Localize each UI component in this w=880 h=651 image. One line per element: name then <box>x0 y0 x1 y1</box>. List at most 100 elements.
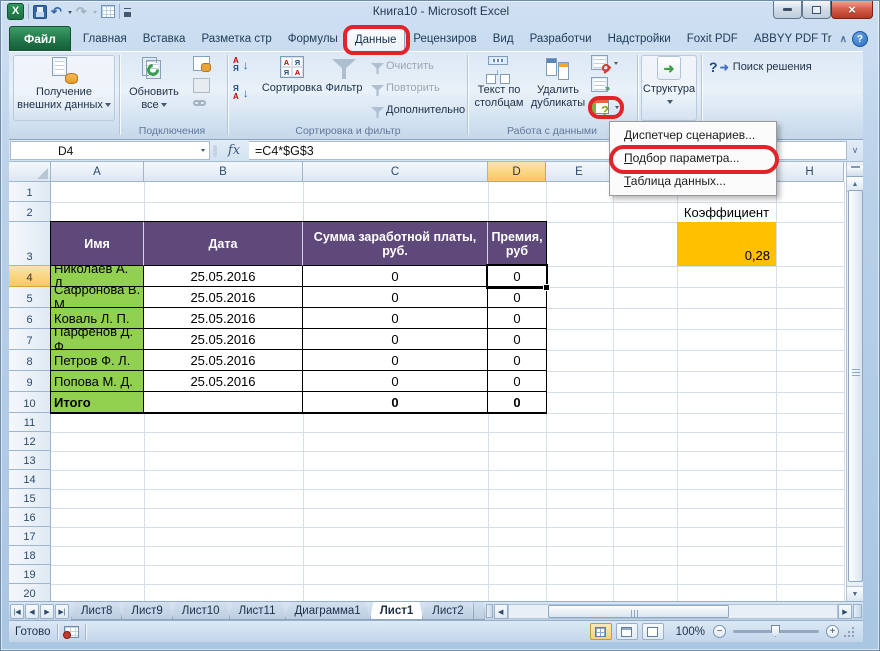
table-cell[interactable]: 0 <box>488 287 546 308</box>
table-cell[interactable]: 25.05.2016 <box>144 350 303 371</box>
resize-grip[interactable] <box>843 626 855 638</box>
table-cell-name[interactable]: Сафронова В. М. <box>51 287 144 308</box>
table-cell[interactable]: 0 <box>488 308 546 329</box>
close-button[interactable]: × <box>831 1 873 19</box>
table-cell[interactable]: 25.05.2016 <box>144 266 303 287</box>
advanced-filter-button[interactable]: Дополнительно <box>367 102 465 117</box>
expand-formula-bar-icon[interactable]: ∨ <box>847 141 863 160</box>
name-box-splitter[interactable] <box>210 141 219 160</box>
table-cell-name[interactable]: Парфенов Д. Ф. <box>51 329 144 350</box>
row-header-14[interactable]: 14 <box>9 470 51 489</box>
row-header-4[interactable]: 4 <box>9 266 51 287</box>
row-header-3[interactable]: 3 <box>9 222 51 266</box>
row-header-9[interactable]: 9 <box>9 371 51 392</box>
tab-Разметка стр[interactable]: Разметка стр <box>193 27 279 51</box>
tab-ABBYY PDF Tr[interactable]: ABBYY PDF Tr <box>746 27 840 51</box>
row-header-6[interactable]: 6 <box>9 308 51 329</box>
row-header-18[interactable]: 18 <box>9 546 51 565</box>
table-cell-name[interactable]: Коваль Л. П. <box>51 308 144 329</box>
minimize-button[interactable] <box>773 1 802 19</box>
table-cell[interactable]: 25.05.2016 <box>144 329 303 350</box>
row-header-12[interactable]: 12 <box>9 432 51 451</box>
vertical-split-handle[interactable] <box>847 166 863 177</box>
row-header-19[interactable]: 19 <box>9 565 51 584</box>
prev-sheet-icon[interactable]: ◀ <box>25 604 39 619</box>
table-cell[interactable]: 0 <box>488 329 546 350</box>
table-cell[interactable]: 0 <box>488 350 546 371</box>
sort-ascending-button[interactable]: АЯ ↓ <box>233 57 249 73</box>
column-header-B[interactable]: B <box>144 162 303 182</box>
row-header-5[interactable]: 5 <box>9 287 51 308</box>
table-cell[interactable]: 0 <box>303 308 488 329</box>
restore-button[interactable] <box>802 1 831 19</box>
normal-view-button[interactable] <box>590 623 612 640</box>
zoom-slider[interactable] <box>733 630 819 633</box>
table-cell[interactable]: 25.05.2016 <box>144 371 303 392</box>
table-cell[interactable]: 0 <box>488 266 546 287</box>
next-sheet-icon[interactable]: ▶ <box>40 604 54 619</box>
row-header-17[interactable]: 17 <box>9 527 51 546</box>
column-header-C[interactable]: C <box>303 162 488 182</box>
menu-item-3[interactable]: Таблица данных... <box>610 170 776 193</box>
table-cell[interactable]: 0 <box>488 371 546 392</box>
tab-Рецензиров[interactable]: Рецензиров <box>405 27 484 51</box>
row-header-15[interactable]: 15 <box>9 489 51 508</box>
hscroll-right-icon[interactable]: ▶ <box>838 604 852 619</box>
consolidate-button[interactable]: » <box>591 77 608 92</box>
filter-button[interactable]: Фильтр <box>323 55 365 117</box>
last-sheet-icon[interactable]: ▶| <box>55 604 69 619</box>
table-cell[interactable]: 0 <box>488 392 546 413</box>
name-box-dropdown-arrow-icon[interactable] <box>201 149 205 154</box>
tab-Вставка[interactable]: Вставка <box>135 27 194 51</box>
menu-item-2[interactable]: Подбор параметра... <box>610 147 776 170</box>
sheet-tab-partial[interactable] <box>473 602 485 620</box>
table-cell[interactable]: 0 <box>303 329 488 350</box>
column-header-A[interactable]: A <box>51 162 144 182</box>
column-header-H[interactable]: H <box>776 162 844 182</box>
table-cell[interactable]: 25.05.2016 <box>144 287 303 308</box>
insert-function-button[interactable]: fx <box>219 141 249 160</box>
table-cell-name[interactable]: Петров Ф. Л. <box>51 350 144 371</box>
worksheet[interactable]: Коэффициент 0,28 ИмяДатаСумма заработной… <box>9 162 846 601</box>
tab-file[interactable]: Файл <box>9 26 71 51</box>
name-box[interactable]: D4 <box>10 141 210 160</box>
tab-Главная[interactable]: Главная <box>75 27 135 51</box>
text-to-columns-button[interactable]: ↓ Текст по столбцам <box>471 55 527 121</box>
data-validation-button[interactable] <box>591 55 618 70</box>
tab-Данные[interactable]: Данные <box>346 27 406 51</box>
table-cell-name[interactable]: Попова М. Д. <box>51 371 144 392</box>
page-break-view-button[interactable] <box>642 623 664 640</box>
horizontal-scrollbar[interactable] <box>508 604 838 619</box>
solver-button[interactable]: ?➜ Поиск решения <box>709 59 812 75</box>
column-header-D[interactable]: D <box>488 162 546 182</box>
help-icon[interactable]: ? <box>852 31 868 47</box>
row-header-8[interactable]: 8 <box>9 350 51 371</box>
sheet-tab-Диаграмма1[interactable]: Диаграмма1 <box>285 602 371 620</box>
zoom-out-button[interactable]: − <box>713 625 726 638</box>
sheet-tab-Лист8[interactable]: Лист8 <box>71 602 122 620</box>
remove-duplicates-button[interactable]: Удалить дубликаты <box>529 55 587 121</box>
table-cell[interactable]: 0 <box>303 392 488 413</box>
row-header-16[interactable]: 16 <box>9 508 51 527</box>
sheet-tab-Лист2[interactable]: Лист2 <box>422 602 473 620</box>
hscroll-left-icon[interactable]: ◀ <box>494 604 508 619</box>
zoom-level[interactable]: 100% <box>676 626 705 638</box>
coefficient-value-cell[interactable]: 0,28 <box>677 222 776 266</box>
refresh-all-button[interactable]: Обновить все <box>123 55 185 121</box>
coefficient-label[interactable]: Коэффициент <box>677 202 776 222</box>
row-header-7[interactable]: 7 <box>9 329 51 350</box>
page-layout-view-button[interactable] <box>616 623 638 640</box>
tab-Вид[interactable]: Вид <box>485 27 522 51</box>
sort-button[interactable]: АЯЯА Сортировка <box>261 55 323 117</box>
what-if-analysis-button[interactable]: ? <box>591 99 619 114</box>
row-header-2[interactable]: 2 <box>9 202 51 222</box>
row-header-1[interactable]: 1 <box>9 182 51 202</box>
select-all-corner[interactable] <box>9 162 51 182</box>
table-cell[interactable]: 0 <box>303 266 488 287</box>
vertical-scrollbar-thumb[interactable] <box>848 190 863 582</box>
workbook-minimize-icon[interactable] <box>873 32 880 47</box>
row-header-20[interactable]: 20 <box>9 584 51 601</box>
first-sheet-icon[interactable]: |◀ <box>10 604 24 619</box>
table-cell[interactable]: 0 <box>303 350 488 371</box>
tab-area-split-handle[interactable] <box>853 604 862 618</box>
